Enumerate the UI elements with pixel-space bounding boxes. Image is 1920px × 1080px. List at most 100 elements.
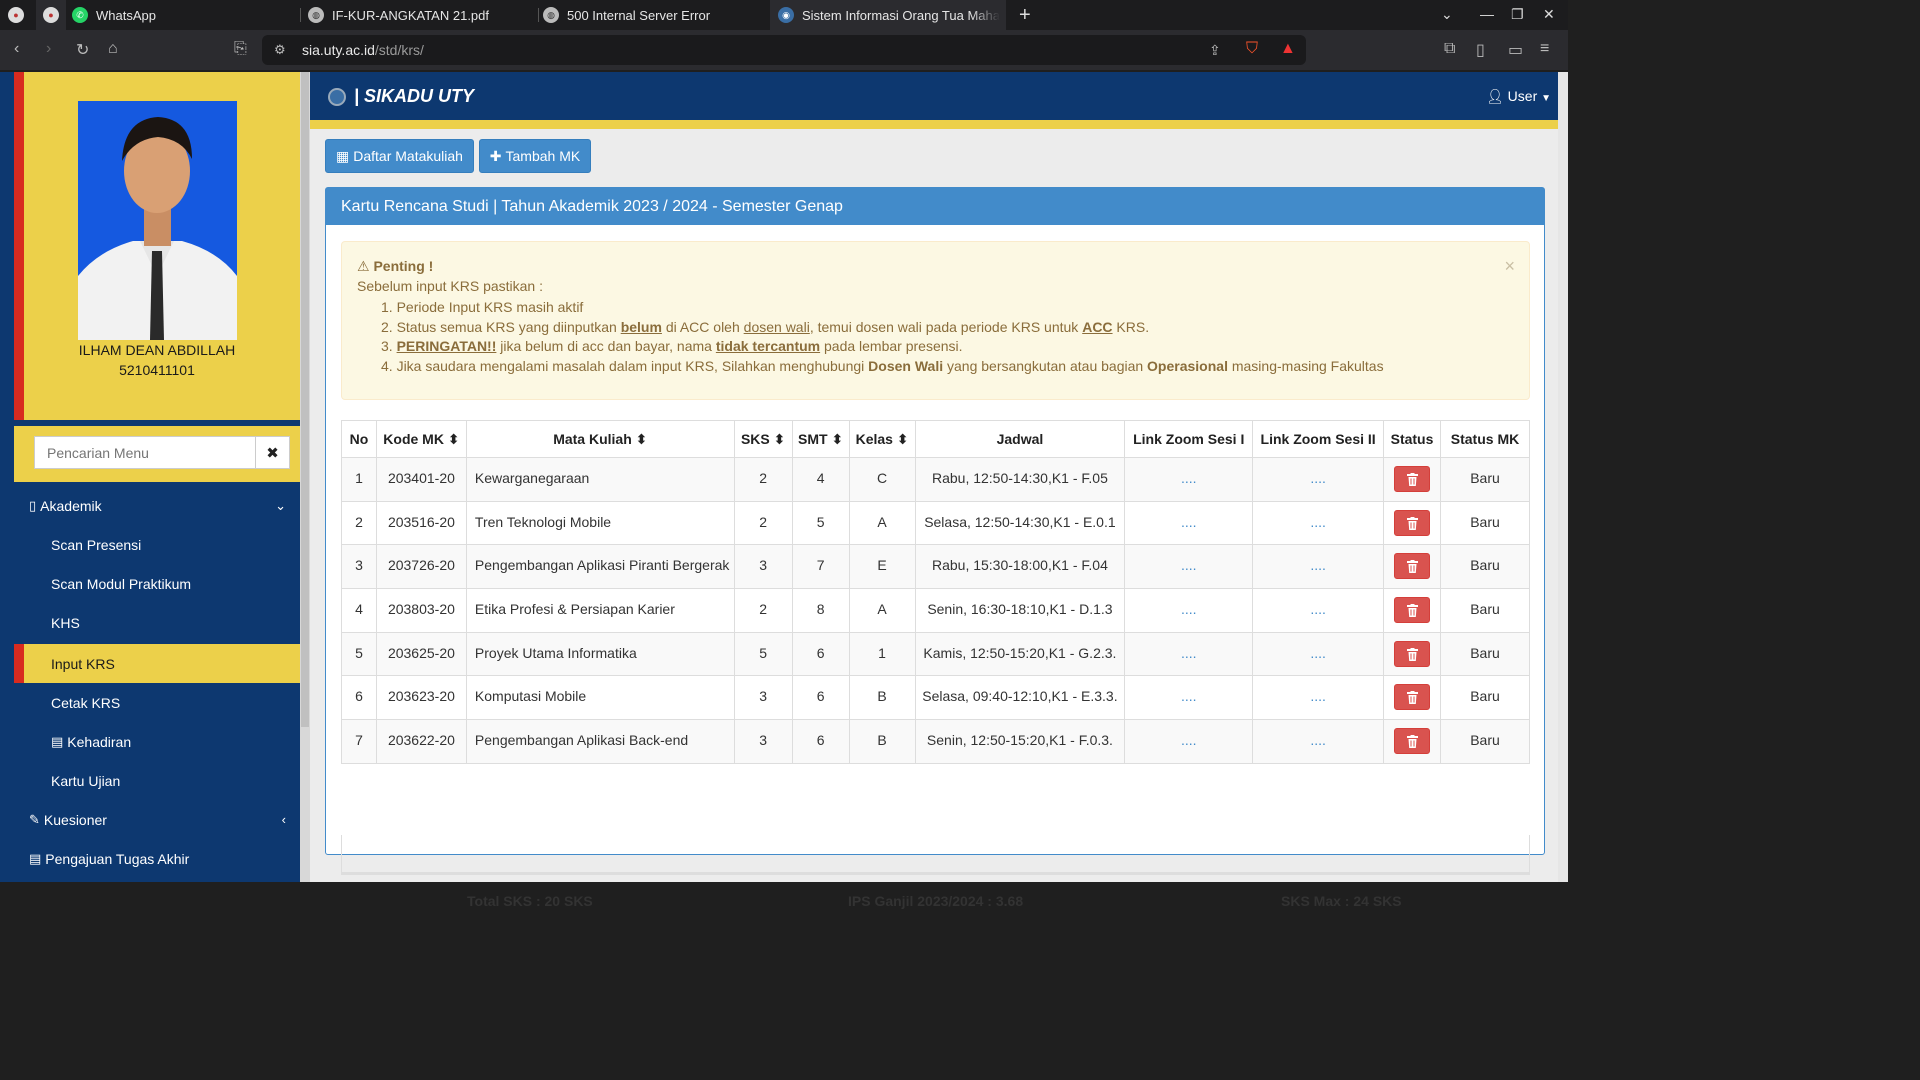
close-alert-icon[interactable]: × [1504, 256, 1515, 277]
delete-button[interactable] [1394, 640, 1431, 667]
user-menu[interactable]: 👤︎ User ▼ [1486, 88, 1551, 105]
globe-icon: ◍ [543, 7, 559, 23]
cell-smt: 8 [791, 588, 850, 633]
sidebar-item-khs[interactable]: KHS [14, 603, 300, 642]
sidebar-item-scan-modul[interactable]: Scan Modul Praktikum [14, 564, 300, 603]
sidebar-item-akademik[interactable]: ▯ Akademik ⌄ [14, 486, 300, 525]
cell-zoom-1: .... [1124, 675, 1254, 721]
sidebar-accent [14, 72, 24, 420]
cell-smt: 6 [791, 719, 850, 764]
url-host: sia.uty.ac.id [302, 42, 375, 58]
zoom-link-2[interactable]: .... [1310, 470, 1326, 486]
column-header: Link Zoom Sesi I [1124, 420, 1254, 458]
zoom-link-1[interactable]: .... [1181, 688, 1197, 704]
tab-list-chevron-icon[interactable]: ⌄ [1441, 6, 1453, 23]
bookmark-icon[interactable]: ⎘ [234, 40, 247, 58]
tambah-mk-button[interactable]: ✚ Tambah MK [479, 139, 591, 173]
menu-search-input[interactable] [34, 436, 256, 469]
tab-whatsapp[interactable]: ✆ WhatsApp [72, 0, 292, 30]
zoom-link-2[interactable]: .... [1310, 601, 1326, 617]
extensions-icon[interactable]: ⧉ [1444, 40, 1455, 58]
daftar-matakuliah-button[interactable]: ▦ Daftar Matakuliah [325, 139, 474, 173]
menu-icon[interactable]: ≡ [1540, 40, 1549, 58]
plus-icon: ✚ [489, 147, 502, 164]
brave-rewards-icon[interactable]: ▲ [1280, 40, 1296, 58]
sidebar-item-kuesioner[interactable]: ✎ Kuesioner ‹ [14, 800, 300, 839]
zoom-link-1[interactable]: .... [1181, 514, 1197, 530]
tab-sistem-informasi[interactable]: ◉ Sistem Informasi Orang Tua Mahasisw [770, 0, 1006, 30]
tab-title: Sistem Informasi Orang Tua Mahasisw [802, 7, 1000, 23]
share-icon[interactable]: ⇪ [1209, 42, 1221, 59]
cell-jadwal: Selasa, 09:40-12:10,K1 - E.3.3. [914, 675, 1126, 721]
home-icon[interactable]: ⌂ [108, 40, 118, 58]
back-icon[interactable]: ‹ [14, 40, 19, 58]
minimize-icon[interactable]: — [1480, 6, 1494, 22]
forward-icon[interactable]: › [46, 40, 51, 58]
clear-search-button[interactable]: ✖ [255, 436, 290, 469]
sidebar-item-scan-presensi[interactable]: Scan Presensi [14, 525, 300, 564]
sidebar-item-label: Input KRS [51, 655, 115, 672]
column-header-sortable[interactable]: SMT ⬍ [791, 420, 850, 458]
sidebar-item-kartu-ujian[interactable]: Kartu Ujian [14, 761, 300, 800]
sidebar-item-tugas-akhir[interactable]: ▤ Pengajuan Tugas Akhir [14, 839, 300, 878]
warning-icon: ⚠ [357, 258, 370, 274]
sidebar-item-input-krs[interactable]: Input KRS [14, 644, 300, 683]
close-window-icon[interactable]: ✕ [1543, 6, 1555, 23]
cell-status-mk: Baru [1440, 500, 1530, 546]
cell-sks: 3 [733, 544, 793, 590]
delete-button[interactable] [1394, 509, 1431, 536]
zoom-link-1[interactable]: .... [1181, 470, 1197, 486]
student-photo [78, 101, 237, 340]
zoom-link-1[interactable]: .... [1181, 601, 1197, 617]
table-footer-row [341, 835, 1530, 875]
new-tab-button[interactable]: + [1019, 4, 1031, 27]
top-navbar [310, 72, 1558, 120]
alert-list: 1. Periode Input KRS masih aktif 2. Stat… [357, 298, 1384, 376]
zoom-link-1[interactable]: .... [1181, 732, 1197, 748]
sidebar-toggle-icon[interactable]: ▯ [1476, 40, 1485, 60]
tab-title: WhatsApp [96, 7, 156, 23]
zoom-link-2[interactable]: .... [1310, 732, 1326, 748]
url-text[interactable]: sia.uty.ac.id/std/krs/ [302, 42, 424, 58]
sidebar-scrollbar[interactable] [300, 72, 310, 882]
zoom-link-2[interactable]: .... [1310, 688, 1326, 704]
delete-button[interactable] [1394, 466, 1431, 492]
brand-title[interactable]: | SIKADU UTY [354, 86, 474, 107]
delete-button[interactable] [1394, 684, 1431, 711]
restore-icon[interactable]: ❐ [1511, 6, 1524, 23]
tab-pdf[interactable]: ◍ IF-KUR-ANGKATAN 21.pdf [308, 0, 533, 30]
sidebar-item-cetak-krs[interactable]: Cetak KRS [14, 683, 300, 722]
zoom-link-1[interactable]: .... [1181, 645, 1197, 661]
zoom-link-2[interactable]: .... [1310, 645, 1326, 661]
zoom-link-2[interactable]: .... [1310, 514, 1326, 530]
brave-shields-icon[interactable]: ⛉ [1246, 40, 1258, 58]
delete-button[interactable] [1394, 553, 1431, 580]
button-label: Daftar Matakuliah [353, 148, 463, 164]
browser-profile-icon[interactable]: ● [8, 0, 30, 30]
column-header-sortable[interactable]: Kelas ⬍ [848, 420, 916, 458]
cell-zoom-2: .... [1252, 588, 1385, 633]
delete-button[interactable] [1394, 597, 1431, 624]
sidebar-scrollbar-thumb[interactable] [301, 72, 309, 727]
wallet-icon[interactable]: ▭ [1508, 40, 1523, 60]
column-header-sortable[interactable]: Mata Kuliah ⬍ [465, 420, 735, 458]
column-header-sortable[interactable]: SKS ⬍ [733, 420, 793, 458]
zoom-link-2[interactable]: .... [1310, 557, 1326, 573]
reload-icon[interactable]: ↻ [76, 40, 89, 60]
cell-status [1383, 675, 1441, 721]
cell-zoom-2: .... [1252, 544, 1385, 590]
site-settings-icon[interactable]: ⚙ [274, 42, 286, 58]
page-scrollbar[interactable] [1558, 72, 1568, 882]
sidebar-item-kehadiran[interactable]: ▤ Kehadiran [14, 722, 300, 761]
close-icon: ✖ [266, 444, 279, 462]
cell-kelas: A [848, 500, 916, 546]
sidebar-item-label: Kuesioner [43, 811, 107, 828]
delete-button[interactable] [1394, 728, 1431, 755]
pinned-tab[interactable]: ● [36, 0, 66, 30]
cell-zoom-2: .... [1252, 719, 1385, 764]
globe-icon: ◍ [308, 7, 324, 23]
sidebar-item-label: Pengajuan Tugas Akhir [45, 850, 190, 867]
column-header-sortable[interactable]: Kode MK ⬍ [375, 420, 467, 458]
zoom-link-1[interactable]: .... [1181, 557, 1197, 573]
tab-server-error[interactable]: ◍ 500 Internal Server Error [543, 0, 768, 30]
